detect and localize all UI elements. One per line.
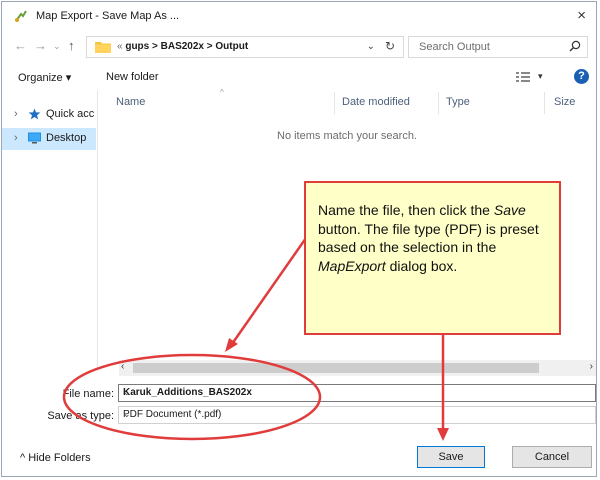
up-arrow-icon[interactable]: ↑ bbox=[68, 38, 75, 53]
breadcrumb-overflow-icon[interactable]: « bbox=[117, 41, 123, 52]
horizontal-scrollbar[interactable]: ‹ › bbox=[119, 360, 596, 376]
recent-locations-chevron-icon[interactable]: ⌄ bbox=[53, 41, 61, 52]
title-bar: Map Export - Save Map As ... × bbox=[2, 2, 596, 30]
back-arrow-icon[interactable]: ← bbox=[14, 38, 27, 53]
address-row: ← → ⌄ ↑ « gups > BAS202x > Output ⌄ ↻ Se… bbox=[2, 34, 596, 60]
callout-text-part3: dialog box. bbox=[385, 257, 458, 274]
scroll-right-icon[interactable]: › bbox=[590, 361, 593, 372]
instruction-callout: Name the file, then click the Save butto… bbox=[304, 181, 561, 335]
callout-mapexport-word: MapExport bbox=[318, 257, 386, 274]
save-button[interactable]: Save bbox=[417, 446, 485, 468]
star-icon bbox=[28, 108, 41, 120]
callout-text-part2: button. The file type (PDF) is preset ba… bbox=[318, 220, 539, 256]
window-title: Map Export - Save Map As ... bbox=[36, 10, 180, 22]
search-input[interactable]: Search Output bbox=[419, 41, 490, 53]
callout-save-word: Save bbox=[493, 202, 526, 218]
column-divider[interactable] bbox=[334, 92, 335, 114]
sort-ascending-icon: ^ bbox=[220, 88, 224, 97]
refresh-icon[interactable]: ↻ bbox=[385, 39, 395, 53]
view-dropdown-icon[interactable]: ▾ bbox=[538, 71, 543, 82]
scroll-thumb[interactable] bbox=[133, 363, 539, 373]
nav-item-desktop[interactable]: › Desktop bbox=[2, 128, 96, 150]
view-options-icon[interactable] bbox=[516, 71, 530, 83]
callout-text-part1: Name the file, then click the bbox=[318, 202, 494, 218]
new-folder-button[interactable]: New folder bbox=[106, 71, 159, 83]
column-divider[interactable] bbox=[438, 92, 439, 114]
navigation-pane: › Quick acc › Desktop bbox=[2, 92, 96, 368]
folder-icon bbox=[95, 42, 111, 53]
app-icon bbox=[15, 10, 27, 22]
chevron-up-icon: ^ bbox=[20, 452, 26, 464]
save-as-type-label: Save as type: bbox=[47, 410, 114, 422]
organize-button[interactable]: Organize ▾ bbox=[18, 71, 71, 84]
file-name-field[interactable]: Karuk_Additions_BAS202x ⌄ bbox=[118, 384, 596, 402]
help-icon[interactable]: ? bbox=[574, 69, 589, 84]
column-divider[interactable] bbox=[544, 92, 545, 114]
search-icon bbox=[569, 40, 581, 52]
breadcrumb-path[interactable]: gups > BAS202x > Output bbox=[125, 41, 248, 52]
nav-item-label: Desktop bbox=[46, 132, 87, 144]
close-icon[interactable]: × bbox=[577, 7, 586, 24]
expand-chevron-icon[interactable]: › bbox=[14, 132, 18, 144]
column-header-date-modified[interactable]: Date modified bbox=[342, 96, 410, 108]
column-header-type[interactable]: Type bbox=[446, 96, 470, 108]
hide-folders-label: Hide Folders bbox=[28, 452, 91, 464]
save-form: File name: Karuk_Additions_BAS202x ⌄ Sav… bbox=[2, 378, 596, 428]
command-bar: Organize ▾ New folder ▾ ? bbox=[2, 66, 596, 90]
address-dropdown-icon[interactable]: ⌄ bbox=[367, 41, 375, 52]
nav-item-label: Quick acc bbox=[46, 108, 95, 120]
save-as-type-select[interactable]: PDF Document (*.pdf) ⌄ bbox=[118, 406, 596, 424]
expand-chevron-icon[interactable]: › bbox=[14, 108, 18, 120]
breadcrumb[interactable]: « gups > BAS202x > Output bbox=[117, 41, 248, 52]
nav-item-quick-access[interactable]: › Quick acc bbox=[2, 104, 96, 126]
column-header-name[interactable]: Name bbox=[116, 96, 145, 108]
file-name-dropdown-icon[interactable]: ⌄ bbox=[123, 387, 591, 398]
address-bar[interactable]: « gups > BAS202x > Output ⌄ ↻ bbox=[86, 36, 404, 58]
file-name-label: File name: bbox=[62, 388, 114, 400]
empty-message: No items match your search. bbox=[277, 130, 417, 142]
forward-arrow-icon[interactable]: → bbox=[34, 38, 47, 53]
column-header-size[interactable]: Size bbox=[554, 96, 575, 108]
search-box[interactable]: Search Output bbox=[408, 36, 588, 58]
save-as-type-dropdown-icon[interactable]: ⌄ bbox=[123, 409, 591, 420]
cancel-button[interactable]: Cancel bbox=[512, 446, 592, 468]
hide-folders-button[interactable]: ^ Hide Folders bbox=[20, 452, 91, 464]
scroll-left-icon[interactable]: ‹ bbox=[121, 361, 124, 372]
desktop-icon bbox=[28, 132, 41, 144]
callout-text: Name the file, then click the Save butto… bbox=[318, 201, 556, 275]
